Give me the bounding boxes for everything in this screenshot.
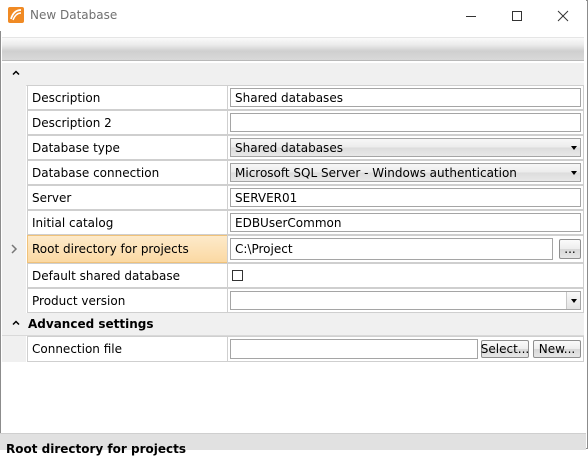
value-cell: Shared databases	[227, 85, 584, 110]
default-shared-checkbox[interactable]	[232, 269, 243, 281]
maximize-icon	[512, 10, 522, 21]
dropdown-arrow-icon	[571, 170, 577, 175]
value-cell	[227, 288, 584, 313]
toolbar	[2, 37, 584, 61]
dropdown-value: Microsoft SQL Server - Windows authentic…	[235, 165, 517, 180]
value-cell: SERVER01	[227, 185, 584, 210]
dropdown-arrow-icon	[571, 298, 577, 303]
row-database-connection: Database connection Microsoft SQL Server…	[2, 160, 584, 185]
select-button[interactable]: Select...	[481, 340, 529, 358]
dropdown-value: Shared databases	[235, 140, 343, 155]
row-server: Server SERVER01	[2, 185, 584, 210]
value-cell: Microsoft SQL Server - Windows authentic…	[227, 160, 584, 185]
row-connection-file: Connection file Select... New...	[2, 336, 584, 362]
row-header	[2, 336, 26, 362]
property-label: Database type	[27, 135, 227, 160]
row-description-2: Description 2	[2, 110, 584, 135]
row-database-type: Database type Shared databases	[2, 135, 584, 160]
database-type-dropdown[interactable]: Shared databases	[230, 138, 581, 157]
value-cell: Select... New...	[227, 336, 584, 362]
row-header	[2, 263, 26, 288]
description-field[interactable]: Shared databases	[230, 88, 581, 107]
dropdown-arrow-icon	[571, 145, 577, 150]
category-advanced-settings[interactable]: Advanced settings	[2, 313, 584, 336]
row-product-version: Product version	[2, 288, 584, 313]
current-row-arrow-icon	[11, 244, 18, 254]
chevron-up-icon	[12, 70, 20, 76]
minimize-button[interactable]	[448, 0, 494, 31]
property-label-selected: Root directory for projects	[27, 235, 227, 263]
row-header	[2, 210, 26, 235]
title-bar: New Database	[0, 0, 586, 31]
row-description: Description Shared databases	[2, 85, 584, 110]
row-header	[2, 235, 26, 263]
row-header	[2, 135, 26, 160]
property-label: Initial catalog	[27, 210, 227, 235]
server-field[interactable]: SERVER01	[230, 188, 581, 207]
chevron-up-icon	[12, 320, 20, 326]
value-cell: C:\Project ...	[227, 235, 584, 263]
row-default-shared-database: Default shared database	[2, 263, 584, 288]
root-directory-field[interactable]: C:\Project	[230, 238, 553, 260]
value-cell	[227, 263, 584, 288]
property-label: Database connection	[27, 160, 227, 185]
property-label: Description 2	[27, 110, 227, 135]
product-version-dropdown[interactable]	[230, 291, 581, 310]
app-logo-icon	[8, 7, 24, 23]
property-label: Product version	[27, 288, 227, 313]
category-general[interactable]	[2, 63, 584, 86]
row-header	[2, 85, 26, 110]
minimize-icon	[466, 15, 476, 17]
property-label: Default shared database	[27, 263, 227, 288]
row-initial-catalog: Initial catalog EDBUserCommon	[2, 210, 584, 235]
grid-empty-area	[2, 363, 584, 431]
description-2-field[interactable]	[230, 113, 581, 132]
property-label: Connection file	[27, 336, 227, 362]
row-header	[2, 110, 26, 135]
new-button[interactable]: New...	[533, 340, 581, 358]
value-cell	[227, 110, 584, 135]
close-button[interactable]	[540, 0, 586, 31]
row-header	[2, 160, 26, 185]
property-label: Description	[27, 85, 227, 110]
close-icon	[557, 10, 569, 21]
maximize-button[interactable]	[494, 0, 540, 31]
dropdown-button[interactable]	[566, 292, 580, 309]
value-cell: EDBUserCommon	[227, 210, 584, 235]
row-root-directory: Root directory for projects C:\Project .…	[2, 235, 584, 263]
database-connection-dropdown[interactable]: Microsoft SQL Server - Windows authentic…	[230, 163, 581, 182]
value-cell: Shared databases	[227, 135, 584, 160]
description-panel: Root directory for projects	[0, 433, 586, 456]
connection-file-field[interactable]	[230, 339, 478, 359]
row-header	[2, 185, 26, 210]
browse-button[interactable]: ...	[559, 239, 581, 259]
description-panel-title: Root directory for projects	[6, 442, 186, 456]
category-label: Advanced settings	[28, 317, 154, 331]
property-label: Server	[27, 185, 227, 210]
row-header	[2, 288, 26, 313]
initial-catalog-field[interactable]: EDBUserCommon	[230, 213, 581, 232]
window-title: New Database	[30, 8, 118, 22]
